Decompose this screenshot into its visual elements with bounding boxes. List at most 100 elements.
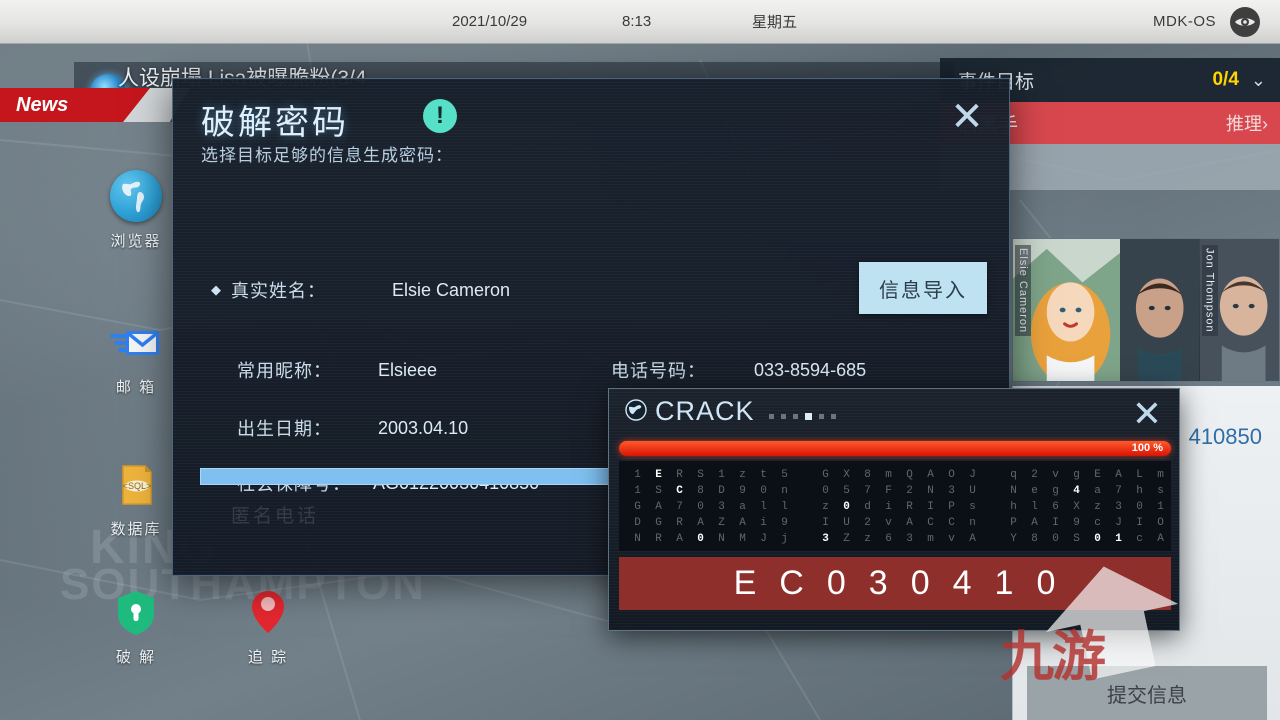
crack-grid-cell: e [1031, 485, 1038, 497]
crack-grid-cell: a [739, 501, 746, 513]
portrait-name-elsie: Elsie Cameron [1015, 245, 1031, 337]
field-value-phone: 033-8594-685 [754, 359, 867, 380]
crack-grid-cell: C [948, 517, 955, 529]
crack-grid-cell: J [760, 533, 767, 545]
crack-grid-block-2: G X 8 m Q A O J 0 5 7 F 2 N 3 Uz 0 d i R I Ps I U 2 v A C Cn 3 Zz 6 3 m v A [815, 467, 983, 545]
crack-grid-cell: n [969, 517, 976, 529]
crack-grid-cell: A [739, 517, 746, 529]
crack-grid-cell: n [781, 485, 788, 497]
crack-result-char: 0 [910, 564, 931, 602]
close-icon[interactable]: ✕ [945, 97, 989, 141]
crack-grid-cell: C [927, 517, 934, 529]
crack-grid-cell: A [906, 517, 913, 529]
crack-grid-cell: M [739, 533, 746, 545]
portrait-name-jon: Jon Thompson [1201, 245, 1218, 336]
crack-grid-cell: N [634, 533, 641, 545]
field-value-real-name: Elsie Cameron [392, 279, 511, 300]
crack-grid-cell: l [760, 501, 767, 513]
field-value-birthdate: 2003.04.10 [378, 417, 469, 438]
crack-grid-cell: h [1136, 485, 1143, 497]
crack-grid-block-3: q2vgEALmNeg4a7hshl6Xz301PAI9cJIOY80S01cA [1003, 467, 1171, 545]
field-birthdate[interactable]: 出生日期： 2003.04.10 [237, 415, 468, 441]
crack-grid-cell: 8 [1031, 533, 1038, 545]
objective-count: 0/4 [1212, 69, 1239, 90]
chevron-down-icon[interactable]: ⌄ [1251, 70, 1266, 91]
crack-grid-cell: S [655, 485, 662, 497]
dialog-title: 破解密码 [201, 104, 349, 142]
dock-item-crack[interactable]: 破 解 [76, 586, 196, 667]
crack-grid-cell: R [676, 517, 683, 529]
portrait-elsie[interactable]: Elsie Cameron [1013, 239, 1121, 381]
field-label-birthdate: 出生日期： [237, 419, 332, 439]
field-real-name[interactable]: ◆ 真实姓名： Elsie Cameron [211, 277, 510, 303]
crack-grid-cell: P [948, 501, 955, 513]
dock-item-track[interactable]: 追 踪 [208, 586, 328, 667]
crack-grid-cell: i [885, 501, 892, 513]
crack-grid-cell: I [927, 501, 934, 513]
crack-grid-cell-highlight: 3 [822, 533, 829, 545]
crack-grid-cell: s [969, 501, 976, 513]
crack-result-char: C [779, 564, 805, 602]
crack-grid-cell: S [697, 469, 704, 481]
dialog-subtitle: 选择目标足够的信息生成密码： [201, 146, 453, 165]
crack-result-char: E [733, 564, 758, 602]
crack-grid-cell-highlight: E [655, 469, 662, 481]
crack-grid-cell: D [718, 485, 725, 497]
crack-grid-cell: 2 [864, 517, 871, 529]
crack-grid-cell: j [781, 533, 788, 545]
crack-grid-cell: 7 [1115, 485, 1122, 497]
crack-grid-cell-highlight: 0 [1094, 533, 1101, 545]
crack-progress-label: 100 % [1131, 442, 1163, 454]
crack-grid-cell: O [1157, 517, 1164, 529]
crack-grid-cell-highlight: C [676, 485, 683, 497]
crack-grid-cell: Z [843, 533, 850, 545]
crack-grid-cell: U [843, 517, 850, 529]
portrait-unknown[interactable] [1120, 239, 1200, 381]
status-date: 2021/10/29 [452, 13, 528, 30]
portrait-strip[interactable]: Elsie Cameron Jon Thompson [1012, 238, 1280, 382]
crack-dot [831, 414, 836, 419]
field-value-nickname: Elsieee [378, 359, 438, 380]
crack-grid-cell: G [822, 469, 829, 481]
watermark-text: 九游 [1000, 627, 1106, 687]
crack-grid-cell: R [906, 501, 913, 513]
crack-dot [781, 414, 786, 419]
crack-grid-cell: a [1094, 485, 1101, 497]
objective-row-action[interactable]: 推理› [1226, 110, 1268, 136]
crack-grid-cell: 0 [1052, 533, 1059, 545]
crack-grid-cell: z [739, 469, 746, 481]
crack-grid-cell: X [843, 469, 850, 481]
crack-grid-cell: G [655, 517, 662, 529]
field-nickname[interactable]: 常用昵称： Elsieee [237, 357, 437, 383]
crack-grid-cell: 2 [906, 485, 913, 497]
exclamation-icon[interactable]: ! [423, 99, 457, 133]
crack-grid-cell: 8 [697, 485, 704, 497]
crack-grid-cell: 0 [760, 485, 767, 497]
crack-grid-cell: m [885, 469, 892, 481]
eye-icon[interactable] [1230, 7, 1260, 37]
crack-grid-cell: z [864, 533, 871, 545]
crack-grid-cell: i [760, 517, 767, 529]
sql-file-icon: <SQL> [110, 458, 162, 510]
mail-icon [110, 316, 162, 368]
crack-grid-cell: c [1136, 533, 1143, 545]
crack-grid-cell: d [864, 501, 871, 513]
crack-grid-cell: t [760, 469, 767, 481]
crack-grid-cell: A [697, 517, 704, 529]
crack-grid-cell: E [1094, 469, 1101, 481]
crack-grid-cell: Z [718, 517, 725, 529]
screen-root: KING SOUTHAMPTON 人设崩塌 Lisa被曝脆粉(3/4 News … [0, 0, 1280, 720]
field-phone[interactable]: 电话号码： 033-8594-685 [611, 357, 866, 383]
crack-grid-cell: 3 [718, 501, 725, 513]
crack-grid-cell-highlight: 4 [1073, 485, 1080, 497]
crack-grid-cell-highlight: 0 [697, 533, 704, 545]
crack-grid-cell: v [948, 533, 955, 545]
crack-grid-cell: v [1052, 469, 1059, 481]
crack-grid-cell: A [655, 501, 662, 513]
close-icon[interactable]: ✕ [1127, 395, 1167, 435]
globe-icon [110, 170, 162, 222]
import-info-button[interactable]: 信息导入 [859, 262, 987, 314]
portrait-jon[interactable]: Jon Thompson [1199, 239, 1279, 381]
crack-grid-cell: J [969, 469, 976, 481]
crack-grid-cell: 5 [781, 469, 788, 481]
